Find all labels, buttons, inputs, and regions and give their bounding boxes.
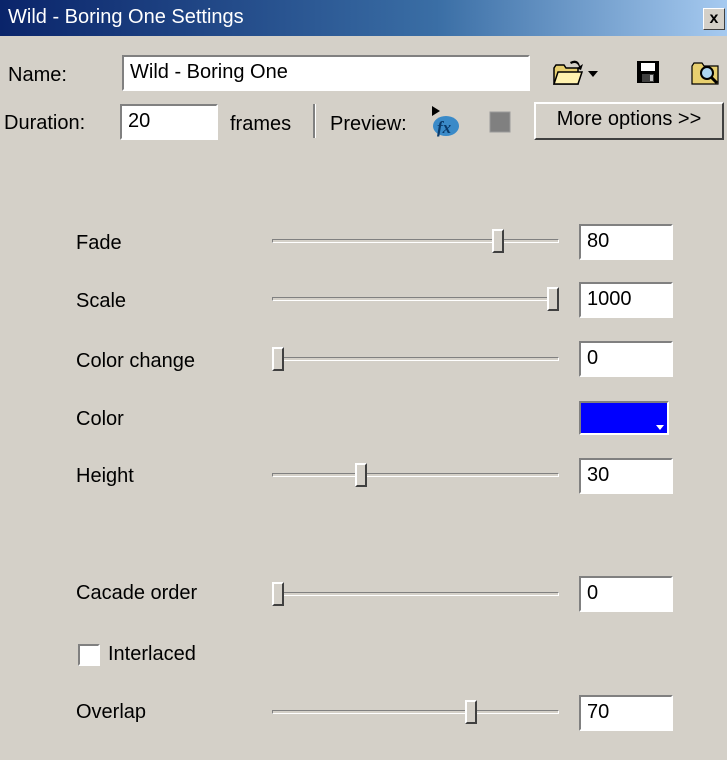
open-preset-button[interactable] [552, 58, 602, 88]
fade-input[interactable]: 80 [579, 224, 673, 260]
scale-label: Scale [76, 290, 127, 312]
play-effect-icon: fx [432, 106, 459, 137]
height-input[interactable]: 30 [579, 458, 673, 494]
preview-play-button[interactable]: fx [428, 104, 464, 140]
close-icon: x [709, 10, 719, 27]
duration-input[interactable]: 20 [120, 104, 218, 140]
find-button[interactable] [690, 58, 722, 88]
preview-label: Preview: [330, 113, 407, 135]
duration-label: Duration: [4, 112, 86, 134]
color-picker[interactable] [579, 401, 669, 435]
folder-open-icon [552, 60, 598, 85]
color-change-label: Color change [76, 350, 195, 372]
chevron-down-icon [656, 425, 664, 430]
more-options-button[interactable]: More options >> [534, 102, 724, 140]
frames-label: frames [230, 113, 292, 135]
window-title: Wild - Boring One Settings [8, 6, 244, 28]
find-icon [691, 62, 719, 85]
color-change-slider-thumb[interactable] [272, 347, 284, 371]
title-bar[interactable]: Wild - Boring One Settings x [0, 0, 727, 36]
close-button[interactable]: x [703, 8, 725, 30]
save-button[interactable] [636, 60, 662, 86]
overlap-slider-track[interactable] [272, 710, 559, 714]
cascade-order-label: Cacade order [76, 582, 198, 604]
name-input[interactable]: Wild - Boring One [122, 55, 530, 91]
height-slider-thumb[interactable] [354, 463, 367, 487]
interlaced-checkbox[interactable] [78, 644, 100, 666]
preview-stop-button[interactable] [488, 110, 512, 134]
cascade-order-input[interactable]: 0 [579, 576, 673, 612]
height-label: Height [76, 465, 134, 487]
name-label: Name: [8, 64, 67, 86]
overlap-label: Overlap [76, 701, 147, 723]
scale-input[interactable]: 1000 [579, 282, 673, 318]
svg-text:fx: fx [437, 118, 452, 137]
color-change-input[interactable]: 0 [579, 341, 673, 377]
interlaced-label[interactable]: Interlaced [108, 643, 196, 666]
fade-label: Fade [76, 232, 122, 254]
scale-slider-track[interactable] [272, 297, 559, 301]
fade-slider-track[interactable] [272, 239, 559, 243]
color-change-slider-track[interactable] [272, 357, 559, 361]
stop-icon [489, 111, 511, 133]
separator [313, 104, 316, 138]
overlap-input[interactable]: 70 [579, 695, 673, 731]
color-label: Color [76, 408, 124, 430]
settings-window: Wild - Boring One Settings x Name: Wild … [0, 0, 727, 760]
fade-slider-thumb[interactable] [492, 229, 504, 253]
overlap-slider-thumb[interactable] [464, 700, 477, 724]
dropdown-arrow-icon [588, 71, 598, 77]
save-icon [637, 61, 659, 83]
scale-slider-thumb[interactable] [547, 287, 559, 311]
cascade-order-slider-thumb[interactable] [272, 582, 284, 606]
height-slider-track[interactable] [272, 473, 559, 477]
cascade-order-slider-track[interactable] [272, 592, 559, 596]
